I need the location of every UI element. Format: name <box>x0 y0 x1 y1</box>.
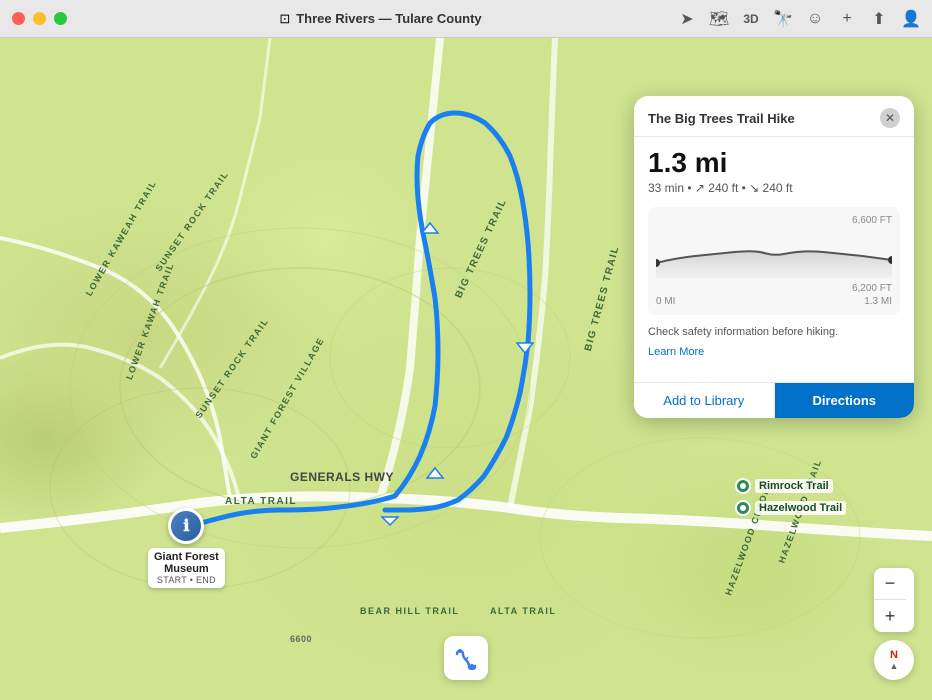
stats-row: 33 min • ↗ 240 ft • ↘ 240 ft <box>648 181 900 195</box>
museum-name: Giant Forest <box>154 551 219 563</box>
road-label-6600: 6600 <box>290 634 312 644</box>
museum-sub: START • END <box>154 575 219 585</box>
trail-label-bear-hill: BEAR HILL TRAIL <box>360 606 459 616</box>
rimrock-label: Rimrock Trail <box>755 479 833 493</box>
title-bar-actions: ➤ 🗺 3D 🔭 ☺ + ⬆ 👤 <box>678 10 920 28</box>
map-icon[interactable]: 🗺 <box>710 10 728 28</box>
panel-body: 1.3 mi 33 min • ↗ 240 ft • ↘ 240 ft 6,60… <box>634 137 914 372</box>
face-icon[interactable]: ☺ <box>806 10 824 28</box>
elevation-chart: 6,600 FT <box>648 207 900 315</box>
map-controls: − + N ▲ <box>874 568 914 680</box>
route-svg <box>454 646 478 670</box>
window-title-icon: ⊡ <box>279 11 290 27</box>
map-container[interactable]: BIG TREES TRAIL BIG TREES TRAIL GENERALS… <box>0 38 932 700</box>
rimrock-trail-marker[interactable]: Rimrock Trail <box>735 478 833 494</box>
elev-labels-top: 6,600 FT <box>656 215 892 226</box>
minimize-button[interactable] <box>33 12 46 25</box>
title-bar-center: ⊡ Three Rivers — Tulare County <box>83 11 678 27</box>
elev-bottom-labels: 0 MI 1.3 MI <box>656 296 892 307</box>
elev-high-label: 6,600 FT <box>852 215 892 226</box>
zoom-out-button[interactable]: − <box>874 568 906 600</box>
hazelwood-trail-marker[interactable]: Hazelwood Trail <box>735 500 846 516</box>
compass-s-label: ▲ <box>890 661 899 671</box>
close-button[interactable] <box>12 12 25 25</box>
elev-labels-bottom-ft: 6,200 FT <box>656 283 892 294</box>
elev-low-label: 6,200 FT <box>852 283 892 294</box>
title-bar: ⊡ Three Rivers — Tulare County ➤ 🗺 3D 🔭 … <box>0 0 932 38</box>
threed-button[interactable]: 3D <box>742 10 760 28</box>
share-icon[interactable]: ⬆ <box>870 10 888 28</box>
add-to-library-button[interactable]: Add to Library <box>634 383 775 418</box>
binoculars-icon[interactable]: 🔭 <box>774 10 792 28</box>
elev-dist-start: 0 MI <box>656 296 675 307</box>
window-title: Three Rivers — Tulare County <box>296 11 481 26</box>
elevation-svg <box>656 228 892 278</box>
window-controls <box>12 12 67 25</box>
zoom-controls: − + <box>874 568 914 632</box>
distance-display: 1.3 mi <box>648 149 900 177</box>
maximize-button[interactable] <box>54 12 67 25</box>
hazelwood-label: Hazelwood Trail <box>755 501 846 515</box>
zoom-in-button[interactable]: + <box>874 600 906 632</box>
panel-title: The Big Trees Trail Hike <box>648 111 795 126</box>
panel-footer: Add to Library Directions <box>634 382 914 418</box>
safety-text: Check safety information before hiking. <box>648 325 900 340</box>
trail-label-alta-2: ALTA TRAIL <box>490 606 556 616</box>
hazelwood-dot <box>735 500 751 516</box>
directions-button[interactable]: Directions <box>775 383 915 418</box>
stats-text: 33 min • ↗ 240 ft • ↘ 240 ft <box>648 181 793 195</box>
museum-marker[interactable]: ℹ Giant Forest Museum START • END <box>148 508 225 588</box>
account-icon[interactable]: 👤 <box>902 10 920 28</box>
road-label-generals-hwy: GENERALS HWY <box>290 470 394 484</box>
location-icon[interactable]: ➤ <box>678 10 696 28</box>
compass-button[interactable]: N ▲ <box>874 640 914 680</box>
learn-more-link[interactable]: Learn More <box>648 346 704 358</box>
elev-dist-end: 1.3 MI <box>864 296 892 307</box>
compass-n-label: N <box>890 649 898 661</box>
museum-name-2: Museum <box>154 563 219 575</box>
panel-header: The Big Trees Trail Hike ✕ <box>634 96 914 137</box>
museum-icon[interactable]: ℹ <box>168 508 204 544</box>
panel-close-button[interactable]: ✕ <box>880 108 900 128</box>
route-icon-button[interactable] <box>444 636 488 680</box>
add-icon[interactable]: + <box>838 10 856 28</box>
rimrock-dot <box>735 478 751 494</box>
trail-label-alta-1: ALTA TRAIL <box>225 496 297 507</box>
info-panel: The Big Trees Trail Hike ✕ 1.3 mi 33 min… <box>634 96 914 418</box>
museum-label: Giant Forest Museum START • END <box>148 548 225 588</box>
